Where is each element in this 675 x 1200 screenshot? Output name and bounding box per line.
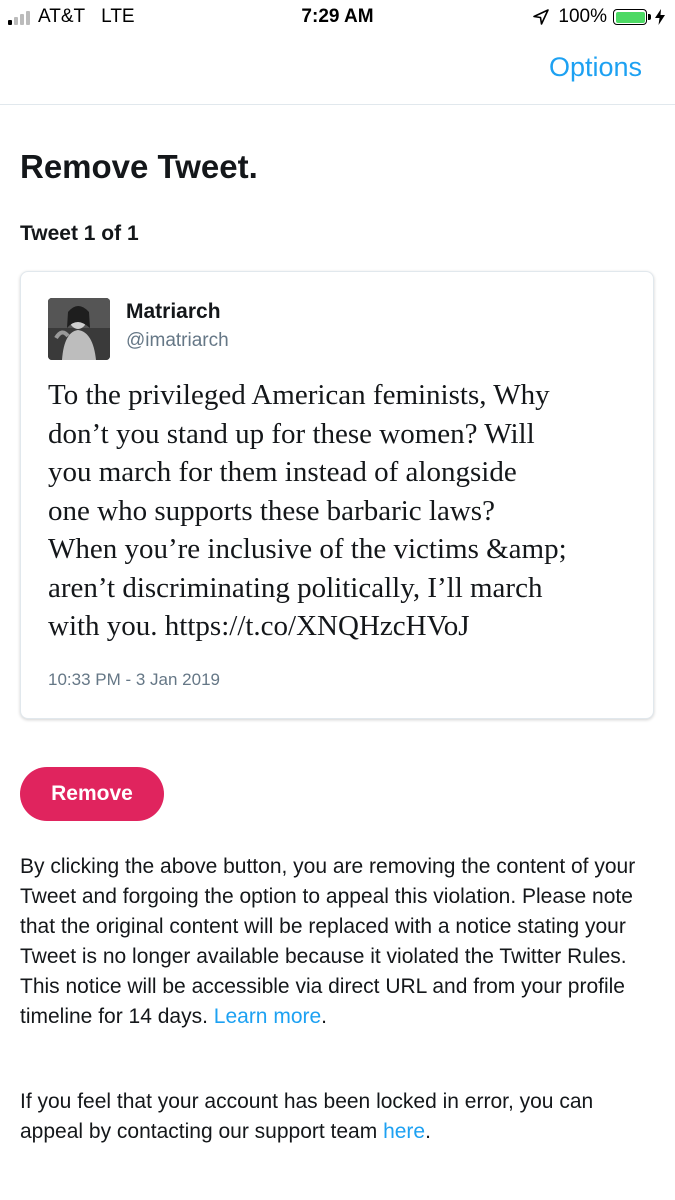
tweet-timestamp: 10:33 PM - 3 Jan 2019 [48,670,221,689]
tweet-text-line: you march for them instead of alongside [48,456,517,488]
tweet-text: To the privileged American feminists, Wh… [48,376,633,646]
location-arrow-icon [532,8,550,26]
status-bar-right: 100% [532,6,665,28]
removal-notice-text: By clicking the above button, you are re… [20,855,636,1028]
removal-notice-end: . [321,1005,328,1028]
tweet-author-handle: @imatriarch [126,330,229,351]
tweet-card: Matriarch @imatriarch To the privileged … [20,271,654,719]
appeal-notice-text: If you feel that your account has been l… [20,1090,594,1143]
removal-notice: By clicking the above button, you are re… [20,852,660,1032]
options-button[interactable]: Options [549,52,642,83]
appeal-notice: If you feel that your account has been l… [20,1087,660,1147]
status-bar: AT&T LTE 7:29 AM 100% [0,0,675,34]
charging-bolt-icon [655,9,665,25]
tweet-text-line: don’t you stand up for these women? Will [48,417,535,450]
remove-button[interactable]: Remove [20,767,164,821]
page-title: Remove Tweet. [20,148,258,185]
tweet-counter: Tweet 1 of 1 [20,222,139,245]
tweet-text-line: When you’re inclusive of the victims &am… [48,533,567,565]
battery-icon [613,9,651,25]
tweet-text-line: To the privileged American feminists, Wh… [48,379,550,411]
appeal-notice-end: . [425,1120,431,1143]
battery-percent: 100% [558,6,607,27]
support-here-link[interactable]: here [383,1120,425,1143]
tweet-text-line: with you. https://t.co/XNQHzcHVoJ [48,610,470,642]
battery-fill [615,11,645,23]
tweet-author-name[interactable]: Matriarch [126,300,221,324]
avatar [48,298,110,360]
tweet-text-line: one who supports these barbaric laws? [48,494,495,527]
navigation-bar: Options [0,34,675,105]
learn-more-link[interactable]: Learn more [214,1005,321,1028]
tweet-text-line: aren’t discriminating politically, I’ll … [48,571,543,604]
